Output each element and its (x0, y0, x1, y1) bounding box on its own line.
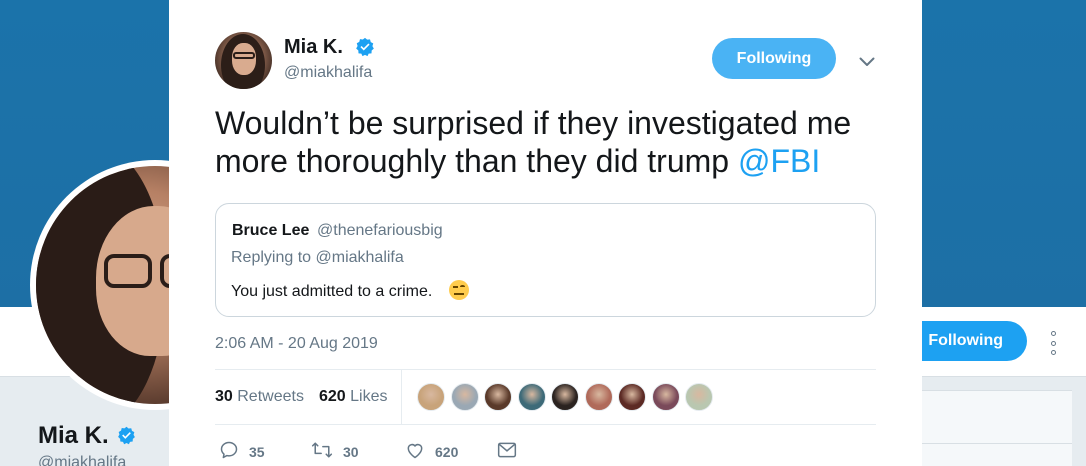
tweet-actions: 35 30 620 (219, 440, 527, 463)
like-count: 620 (435, 443, 459, 460)
retweets-label: Retweets (237, 388, 304, 405)
profile-handle: @miakhalifa (38, 454, 127, 466)
quoted-author-handle: @thenefariousbig (317, 222, 443, 239)
liker-avatar[interactable] (584, 383, 613, 411)
sidebar-card (922, 390, 1072, 466)
likes-label: Likes (350, 388, 388, 405)
reply-button[interactable]: 35 (219, 440, 311, 463)
chevron-down-icon[interactable] (859, 54, 875, 72)
tweet-card: Mia K. @miakhalifa Following Wouldn’t be… (169, 0, 922, 466)
heart-icon (405, 440, 435, 463)
quoted-tweet[interactable]: Bruce Lee @thenefariousbig Replying to @… (215, 203, 876, 317)
liker-avatar[interactable] (618, 383, 646, 411)
verified-icon (355, 37, 375, 62)
mention-link[interactable]: @FBI (738, 143, 820, 179)
quoted-author-name: Bruce Lee (232, 222, 310, 239)
retweet-icon (311, 440, 343, 463)
liker-avatar[interactable] (551, 383, 579, 411)
liker-avatar[interactable] (450, 383, 479, 411)
envelope-icon (497, 441, 527, 462)
following-button[interactable]: Following (712, 38, 836, 79)
author-avatar[interactable] (215, 32, 272, 89)
liker-avatar[interactable] (685, 383, 713, 411)
likes-stat[interactable]: 620 Likes (319, 388, 388, 406)
likes-count: 620 (319, 388, 346, 405)
retweet-count: 30 (343, 443, 359, 460)
quoted-tweet-text: You just admitted to a crime. (231, 283, 433, 300)
like-button[interactable]: 620 (405, 440, 497, 463)
divider (215, 424, 876, 425)
more-options-icon[interactable] (1046, 331, 1060, 355)
tweet-timestamp[interactable]: 2:06 AM - 20 Aug 2019 (215, 335, 378, 353)
reply-icon (219, 440, 249, 463)
liker-avatar[interactable] (517, 383, 546, 411)
verified-icon (117, 426, 136, 450)
profile-name: Mia K. (38, 422, 109, 449)
liker-avatar[interactable] (651, 383, 680, 411)
divider (401, 370, 402, 424)
tweet-text: Wouldn’t be surprised if they investigat… (215, 104, 895, 180)
retweets-count: 30 (215, 388, 233, 405)
author-name[interactable]: Mia K. (284, 36, 343, 59)
reply-count: 35 (249, 443, 265, 460)
direct-message-button[interactable] (497, 441, 527, 462)
retweet-button[interactable]: 30 (311, 440, 405, 463)
author-handle[interactable]: @miakhalifa (284, 64, 372, 82)
liker-avatar[interactable] (417, 383, 445, 411)
retweets-stat[interactable]: 30 Retweets (215, 388, 304, 406)
replying-to: Replying to @miakhalifa (231, 249, 404, 266)
divider (215, 369, 876, 370)
raised-eyebrow-emoji-icon (449, 280, 469, 300)
liker-avatars (417, 383, 719, 411)
liker-avatar[interactable] (484, 383, 512, 411)
